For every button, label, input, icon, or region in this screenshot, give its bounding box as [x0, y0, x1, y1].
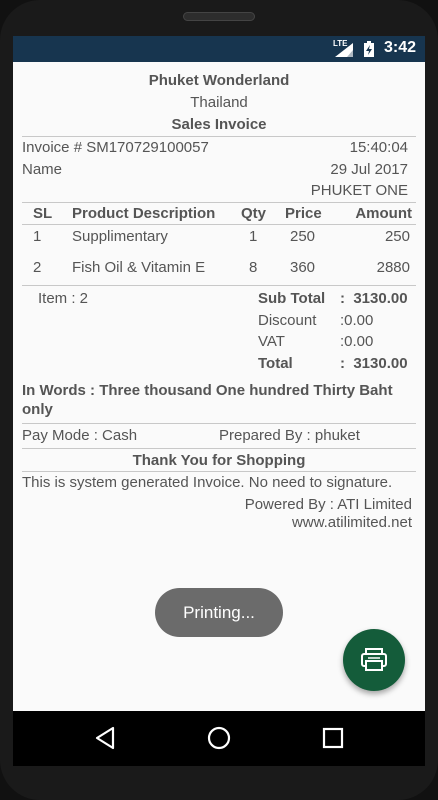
- navigation-bar: [13, 711, 425, 766]
- recents-icon[interactable]: [320, 725, 346, 751]
- divider: [22, 224, 416, 225]
- total-label: Total: [258, 355, 293, 372]
- company-country: Thailand: [190, 94, 248, 111]
- customer-name-label: Name: [22, 161, 63, 178]
- print-button[interactable]: [343, 629, 405, 691]
- divider: [22, 202, 416, 203]
- divider: [22, 423, 416, 424]
- sub-total-label: Sub Total: [258, 290, 326, 307]
- earpiece-speaker: [183, 12, 255, 21]
- item-price: 360: [290, 259, 316, 276]
- discount-value: :0.00: [340, 312, 374, 329]
- print-icon: [361, 648, 387, 671]
- invoice-time: 15:40:04: [349, 139, 408, 156]
- invoice-date: 29 Jul 2017: [330, 161, 408, 178]
- divider: [22, 471, 416, 472]
- divider: [22, 136, 416, 137]
- pay-mode: Pay Mode : Cash: [22, 427, 138, 444]
- invoice-number: Invoice # SM170729100057: [22, 139, 209, 156]
- item-amount: 250: [384, 228, 410, 245]
- back-icon[interactable]: [93, 725, 119, 751]
- item-sl: 1: [33, 228, 42, 245]
- status-bar: LTE 3:42: [13, 36, 425, 62]
- total-value: : 3130.00: [340, 355, 408, 372]
- battery-charging-icon: [364, 41, 374, 57]
- system-note: This is system generated Invoice. No nee…: [22, 474, 393, 491]
- item-description: Supplimentary: [72, 228, 168, 245]
- column-header-qty: Qty: [241, 205, 267, 222]
- item-amount: 2880: [376, 259, 410, 276]
- document-title: Sales Invoice: [171, 116, 267, 133]
- company-name: Phuket Wonderland: [148, 72, 290, 89]
- item-description: Fish Oil & Vitamin E: [72, 259, 206, 276]
- amount-in-words: In Words : Three thousand One hundred Th…: [22, 382, 393, 399]
- sub-total-value: : 3130.00: [340, 290, 408, 307]
- vat-value: :0.00: [340, 333, 374, 350]
- thank-you-message: Thank You for Shopping: [132, 452, 306, 469]
- phone-frame: LTE 3:42 Phuket Wonderland Thailand Sale…: [0, 0, 438, 800]
- vat-label: VAT: [258, 333, 285, 350]
- clock-time: 3:42: [384, 39, 417, 56]
- discount-label: Discount: [258, 312, 317, 329]
- printing-toast: Printing...: [155, 588, 283, 637]
- item-count: Item : 2: [38, 290, 89, 307]
- column-header-amount: Amount: [355, 205, 412, 222]
- column-header-price: Price: [285, 205, 322, 222]
- item-price: 250: [290, 228, 316, 245]
- column-header-description: Product Description: [72, 205, 216, 222]
- divider: [22, 285, 416, 286]
- item-qty: 8: [249, 259, 258, 276]
- amount-in-words-continued: only: [22, 401, 53, 418]
- website-link[interactable]: www.atilimited.net: [292, 514, 412, 531]
- divider: [22, 448, 416, 449]
- column-header-sl: SL: [33, 205, 53, 222]
- signal-icon: [335, 43, 353, 57]
- item-sl: 2: [33, 259, 42, 276]
- home-icon[interactable]: [206, 725, 232, 751]
- item-qty: 1: [249, 228, 258, 245]
- powered-by: Powered By : ATI Limited: [244, 496, 412, 513]
- prepared-by: Prepared By : phuket: [219, 427, 360, 444]
- branch-name: PHUKET ONE: [310, 182, 408, 199]
